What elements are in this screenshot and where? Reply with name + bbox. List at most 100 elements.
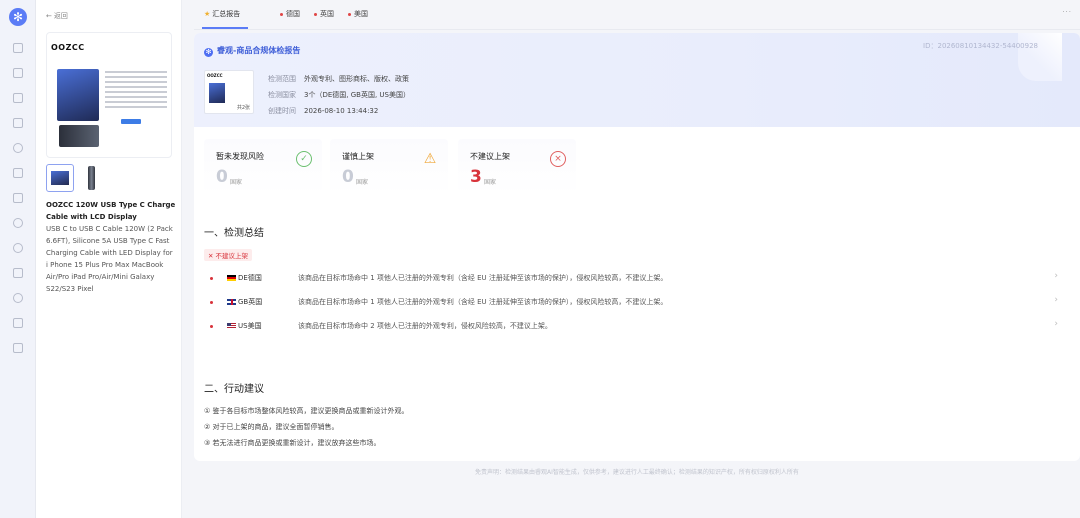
country-code: DE德国 [238, 274, 262, 282]
risk-bullet-icon [210, 301, 213, 304]
report-id: ID：20260810134432-54400928 [923, 42, 1038, 50]
info-value: 3个（DE德国, GB英国, US美国） [304, 91, 410, 99]
report-tabs: ★ 汇总报告 德国 英国 美国 ··· [194, 0, 1080, 30]
status-card-not-recommended[interactable]: 不建议上架 3 国家 × [458, 139, 576, 195]
chevron-right-icon[interactable]: › [1054, 319, 1058, 329]
tab-label: 汇总报告 [212, 10, 241, 18]
badge-label: 不建议上架 [215, 252, 249, 260]
risk-bullet-icon [210, 325, 213, 328]
star-icon: ★ [204, 10, 211, 18]
report-logo-icon: ✻ [204, 48, 213, 57]
globe-icon[interactable] [13, 243, 23, 253]
status-unit: 国家 [484, 179, 497, 186]
active-tab-indicator [202, 27, 248, 29]
info-scope: 检测范围 外观专利、图形商标、版权、政策 [268, 71, 410, 87]
back-label: 返回 [53, 12, 68, 20]
action-item: ② 对于已上架的商品，建议全面暂停销售。 [204, 423, 339, 431]
summary-row-us[interactable]: US美国 该商品在目标市场命中 2 项他人已注册的外观专利，侵权风险较高，不建议… [194, 317, 1080, 337]
arrow-left-icon: ← [46, 12, 52, 20]
country-code: GB英国 [238, 298, 263, 306]
grid-icon[interactable] [13, 93, 23, 103]
shield-icon[interactable] [13, 193, 23, 203]
chart-icon[interactable] [13, 268, 23, 278]
summary-row-gb[interactable]: GB英国 该商品在目标市场命中 1 项他人已注册的外观专利（含经 EU 注册延伸… [194, 293, 1080, 313]
row-text: 该商品在目标市场命中 1 项他人已注册的外观专利（含经 EU 注册延伸至该市场的… [298, 274, 668, 282]
product-title: OOZCC 120W USB Type C Charge Cable with … [46, 201, 176, 221]
report-thumbnail[interactable]: OOZCC 共2张 [204, 70, 254, 114]
x-circle-icon: × [550, 151, 566, 167]
summary-row-de[interactable]: DE德国 该商品在目标市场命中 1 项他人已注册的外观专利（含经 EU 注册延伸… [194, 269, 1080, 289]
chevron-right-icon[interactable]: › [1054, 295, 1058, 305]
summary-heading: 一、检测总结 [204, 228, 264, 239]
product-panel: ← 返回 OOZCC OOZCC 120W USB Type C Charge C… [36, 0, 182, 518]
uk-flag-icon [227, 299, 236, 305]
risk-dot-icon [280, 12, 283, 16]
info-key: 创建时间 [268, 107, 296, 115]
tab-uk[interactable]: 英国 [314, 9, 334, 19]
file-icon[interactable] [13, 118, 23, 128]
document-icon[interactable] [13, 43, 23, 53]
tab-us[interactable]: 美国 [348, 9, 368, 19]
close-icon: ✕ [208, 252, 216, 260]
status-label: 谨慎上架 [342, 152, 374, 161]
report-title-text: 睿观-商品合规体检报告 [217, 46, 301, 55]
report-header: ✻ 睿观-商品合规体检报告 ID：20260810134432-54400928 … [194, 33, 1080, 127]
layers-icon[interactable] [13, 343, 23, 353]
tab-germany[interactable]: 德国 [280, 9, 300, 19]
scan-icon[interactable] [13, 318, 23, 328]
copy-icon[interactable] [13, 168, 23, 178]
status-count: 0 [342, 167, 354, 187]
tab-label: 英国 [320, 10, 334, 18]
germany-flag-icon [227, 275, 236, 281]
report-card: ✻ 睿观-商品合规体检报告 ID：20260810134432-54400928 … [194, 33, 1080, 461]
report-info: 检测范围 外观专利、图形商标、版权、政策 检测国家 3个（DE德国, GB英国, U… [268, 71, 410, 119]
status-unit: 国家 [356, 179, 369, 186]
info-key: 检测国家 [268, 91, 296, 99]
row-text: 该商品在目标市场命中 1 项他人已注册的外观专利（含经 EU 注册延伸至该市场的… [298, 298, 668, 306]
row-text: 该商品在目标市场命中 2 项他人已注册的外观专利，侵权风险较高，不建议上架。 [298, 322, 552, 330]
tab-label: 德国 [286, 10, 300, 18]
product-photo-secondary [59, 125, 99, 147]
tab-summary[interactable]: ★ 汇总报告 [204, 9, 240, 19]
product-photo [57, 69, 99, 121]
app-logo-icon[interactable]: ✻ [9, 8, 27, 26]
info-value: 外观专利、图形商标、版权、政策 [304, 75, 409, 83]
chevron-right-icon[interactable]: › [1054, 271, 1058, 281]
printer-icon[interactable] [13, 68, 23, 78]
back-link[interactable]: ← 返回 [46, 11, 68, 21]
warning-triangle-icon: ⚠ [423, 151, 437, 167]
disclaimer: 免责声明：检测结果由睿观AI智能生成，仅供参考，建议进行人工最终确认；检测结果的… [475, 469, 799, 476]
tab-label: 美国 [354, 10, 368, 18]
us-flag-icon [227, 323, 236, 329]
icon-rail: ✻ [0, 0, 36, 518]
thumbnail-2[interactable] [78, 164, 106, 192]
brand-logo: OOZCC [51, 43, 85, 52]
thumbnail-1[interactable] [46, 164, 74, 192]
more-menu-button[interactable]: ··· [1062, 8, 1072, 16]
info-created: 创建时间 2026-08-10 13:44:32 [268, 103, 410, 119]
image-count: 共2张 [235, 104, 251, 111]
report-title: ✻ 睿观-商品合规体检报告 [204, 45, 300, 57]
risk-dot-icon [314, 12, 317, 16]
status-label: 不建议上架 [470, 152, 510, 161]
status-card-no-risk[interactable]: 暂未发现风险 0 国家 ✓ [204, 139, 322, 195]
status-unit: 国家 [230, 179, 243, 186]
search-image-icon[interactable] [13, 293, 23, 303]
info-value: 2026-08-10 13:44:32 [304, 107, 379, 115]
info-countries: 检测国家 3个（DE德国, GB英国, US美国） [268, 87, 410, 103]
action-item: ① 鉴于各目标市场整体风险较高，建议更换商品或重新设计外观。 [204, 407, 409, 415]
mini-brand: OOZCC [207, 73, 223, 78]
listing-buy-button [121, 119, 141, 124]
check-icon[interactable] [13, 218, 23, 228]
product-description: USB C to USB C Cable 120W (2 Pack 6.6FT)… [46, 225, 173, 293]
country-code: US美国 [238, 322, 262, 330]
risk-dot-icon [348, 12, 351, 16]
info-key: 检测范围 [268, 75, 296, 83]
actions-heading: 二、行动建议 [204, 384, 264, 395]
mini-photo [209, 83, 225, 103]
product-main-image[interactable]: OOZCC [46, 32, 172, 158]
risk-bullet-icon [210, 277, 213, 280]
listing-text-block [105, 71, 167, 111]
status-card-caution[interactable]: 谨慎上架 0 国家 ⚠ [330, 139, 448, 195]
tag-icon[interactable] [13, 143, 23, 153]
